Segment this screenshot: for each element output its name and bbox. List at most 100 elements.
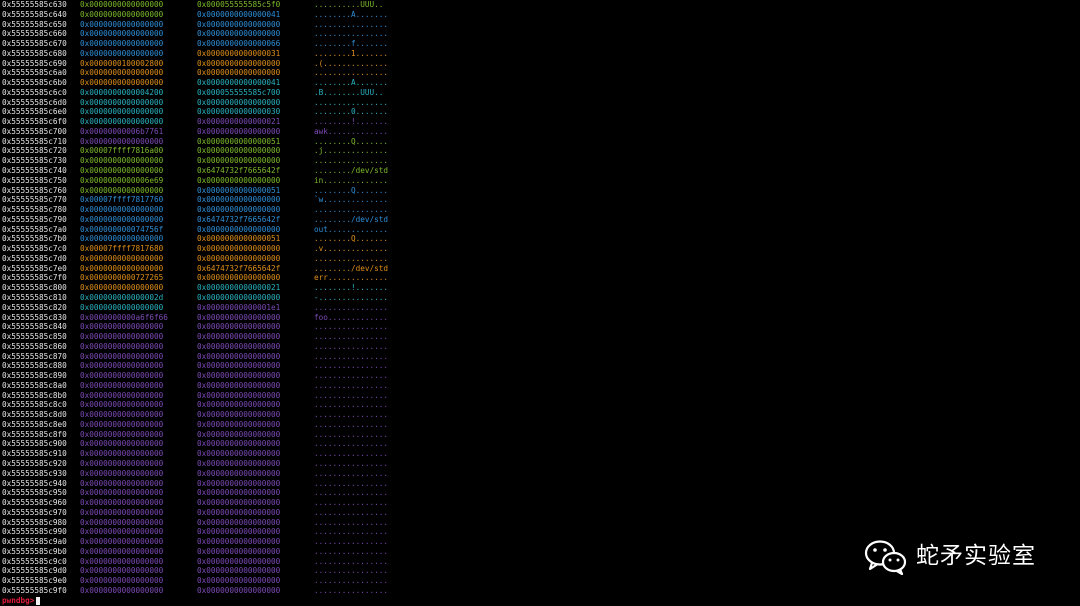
row-ascii: ........0.......	[314, 107, 389, 117]
row-address: 0x55555585c7d0	[2, 253, 67, 263]
row-address: 0x55555585c9d0	[2, 566, 67, 576]
row-qword-2: 0x0000000000000000	[197, 400, 281, 410]
row-qword-2: 0x000055555585c5f0	[197, 0, 281, 9]
memory-row: 0x55555585c830 0x0000000000a6f6f66 0x00000…	[2, 313, 422, 323]
memory-row: 0x55555585c6e0 0x0000000000000000 0x000000…	[2, 107, 422, 117]
row-qword-1: 0x0000000000000000	[80, 185, 164, 195]
row-qword-2: 0x0000000000000000	[197, 312, 281, 322]
memory-row: 0x55555585c6d0 0x0000000000000000 0x000000…	[2, 98, 422, 108]
row-qword-1: 0x0000000000004200	[80, 87, 164, 97]
row-address: 0x55555585c6d0	[2, 97, 67, 107]
row-ascii: ................	[314, 537, 389, 547]
row-address: 0x55555585c9e0	[2, 576, 67, 586]
row-ascii: in..............	[314, 175, 389, 185]
row-ascii: ................	[314, 458, 389, 468]
memory-row: 0x55555585c820 0x0000000000000000 0x000000…	[2, 303, 422, 313]
pwndbg-prompt: pwndbg>	[2, 595, 35, 605]
row-qword-2: 0x6474732f7665642f	[197, 166, 281, 176]
row-address: 0x55555585c7e0	[2, 263, 67, 273]
row-qword-1: 0x0000000000000000	[80, 400, 164, 410]
row-ascii: ........f.......	[314, 39, 389, 49]
row-address: 0x55555585c810	[2, 292, 67, 302]
row-qword-2: 0x0000000000000000	[197, 498, 281, 508]
memory-row: 0x55555585c7a0 0x000000000074756f 0x000000…	[2, 225, 422, 235]
row-qword-2: 0x000055555585c700	[197, 87, 281, 97]
row-qword-1: 0x0000000000a6f6f66	[80, 312, 168, 322]
memory-row: 0x55555585c890 0x0000000000000000 0x000000…	[2, 371, 422, 381]
memory-row: 0x55555585c650 0x0000000000000000 0x000000…	[2, 20, 422, 30]
memory-row: 0x55555585c6f0 0x0000000000000000 0x000000…	[2, 117, 422, 127]
row-ascii: ........Q.......	[314, 136, 389, 146]
row-qword-1: 0x0000000000000000	[80, 0, 164, 9]
row-address: 0x55555585c850	[2, 332, 67, 342]
row-qword-1: 0x0000000000000000	[80, 341, 164, 351]
memory-row: 0x55555585c870 0x0000000000000000 0x000000…	[2, 352, 422, 362]
row-qword-1: 0x000000000074756f	[80, 224, 164, 234]
row-qword-2: 0x0000000000000000	[197, 244, 281, 254]
row-qword-1: 0x0000000000000000	[80, 9, 164, 19]
row-address: 0x55555585c900	[2, 439, 67, 449]
memory-row: 0x55555585c950 0x0000000000000000 0x000000…	[2, 488, 422, 498]
row-qword-2: 0x0000000000000000	[197, 576, 281, 586]
row-ascii: ................	[314, 410, 389, 420]
memory-row: 0x55555585c6c0 0x0000000000004200 0x000055…	[2, 88, 422, 98]
row-qword-2: 0x0000000000000041	[197, 9, 281, 19]
row-qword-2: 0x0000000000000000	[197, 537, 281, 547]
row-ascii: ................	[314, 585, 389, 595]
row-address: 0x55555585c9c0	[2, 556, 67, 566]
row-qword-1: 0x0000000000000000	[80, 546, 164, 556]
row-qword-1: 0x00007ffff7817760	[80, 195, 164, 205]
row-qword-2: 0x0000000000000000	[197, 19, 281, 29]
row-address: 0x55555585c6c0	[2, 87, 67, 97]
row-address: 0x55555585c650	[2, 19, 67, 29]
row-qword-2: 0x0000000000000000	[197, 126, 281, 136]
row-qword-2: 0x6474732f7665642f	[197, 214, 281, 224]
row-ascii: ................	[314, 449, 389, 459]
row-address: 0x55555585c630	[2, 0, 67, 9]
memory-row: 0x55555585c960 0x0000000000000000 0x000000…	[2, 498, 422, 508]
row-qword-1: 0x00000000006b7761	[80, 126, 164, 136]
row-qword-2: 0x0000000000000000	[197, 273, 281, 283]
wechat-icon	[864, 540, 907, 575]
row-qword-1: 0x0000000000000000	[80, 380, 164, 390]
row-qword-1: 0x0000000000000000	[80, 117, 164, 127]
memory-row: 0x55555585c7e0 0x0000000000000000 0x647473…	[2, 264, 422, 274]
row-qword-1: 0x0000000000000000	[80, 566, 164, 576]
row-ascii: ........Q.......	[314, 185, 389, 195]
memory-row: 0x55555585c840 0x0000000000000000 0x000000…	[2, 322, 422, 332]
row-qword-1: 0x0000000000000000	[80, 234, 164, 244]
row-address: 0x55555585c870	[2, 351, 67, 361]
row-qword-1: 0x0000000000000000	[80, 283, 164, 293]
memory-row: 0x55555585c860 0x0000000000000000 0x000000…	[2, 342, 422, 352]
row-address: 0x55555585c6e0	[2, 107, 67, 117]
row-ascii: foo.............	[314, 312, 389, 322]
memory-row: 0x55555585c9b0 0x0000000000000000 0x000000…	[2, 547, 422, 557]
memory-row: 0x55555585c750 0x0000000000006e69 0x000000…	[2, 176, 422, 186]
row-qword-2: 0x0000000000000000	[197, 488, 281, 498]
row-address: 0x55555585c800	[2, 283, 67, 293]
row-ascii: ........!.......	[314, 283, 389, 293]
row-address: 0x55555585c6a0	[2, 68, 67, 78]
row-ascii: ................	[314, 332, 389, 342]
text-cursor[interactable]	[36, 596, 41, 605]
prompt-line[interactable]: pwndbg>	[2, 596, 422, 606]
row-qword-2: 0x0000000000000000	[197, 146, 281, 156]
row-qword-2: 0x0000000000000000	[197, 58, 281, 68]
row-qword-1: 0x0000000000000000	[80, 97, 164, 107]
memory-row: 0x55555585c9d0 0x0000000000000000 0x000000…	[2, 566, 422, 576]
row-ascii: ................	[314, 478, 389, 488]
memory-row: 0x55555585c780 0x0000000000000000 0x000000…	[2, 205, 422, 215]
row-ascii: ......../dev/std	[314, 263, 389, 273]
row-qword-1: 0x0000000000006e69	[80, 175, 164, 185]
row-ascii: `w..............	[314, 195, 389, 205]
row-address: 0x55555585c730	[2, 156, 67, 166]
memory-row: 0x55555585c8c0 0x0000000000000000 0x000000…	[2, 400, 422, 410]
row-qword-1: 0x0000000000000000	[80, 576, 164, 586]
row-address: 0x55555585c750	[2, 175, 67, 185]
row-address: 0x55555585c920	[2, 458, 67, 468]
memory-row: 0x55555585c7c0 0x00007ffff7817680 0x000000…	[2, 244, 422, 254]
row-qword-2: 0x0000000000000000	[197, 224, 281, 234]
row-ascii: ................	[314, 419, 389, 429]
row-ascii: ................	[314, 439, 389, 449]
memory-row: 0x55555585c980 0x0000000000000000 0x000000…	[2, 518, 422, 528]
